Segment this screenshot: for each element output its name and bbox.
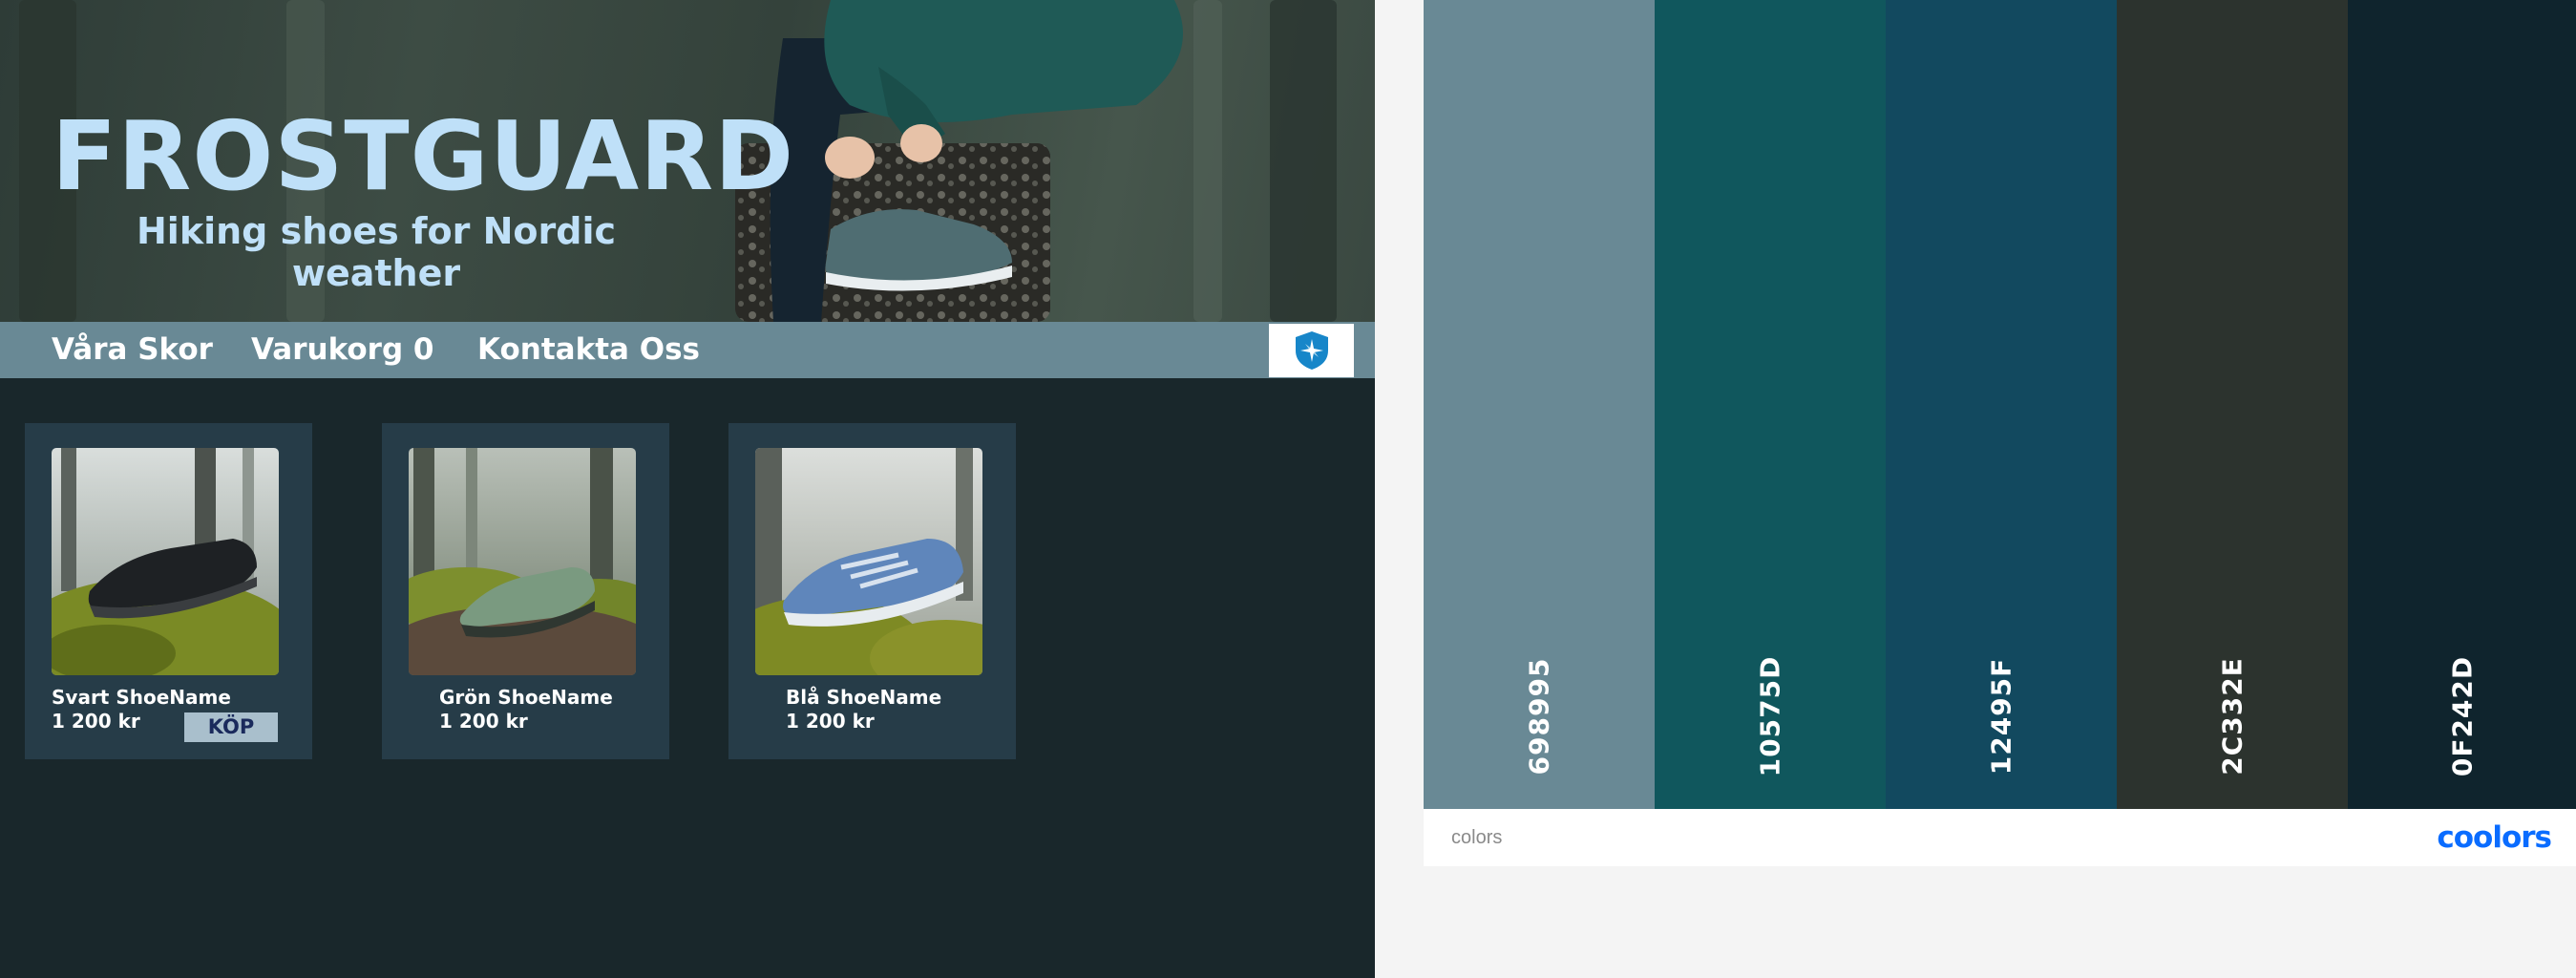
shop-mockup: FROSTGUARD Hiking shoes for Nordic weath… (0, 0, 1375, 978)
swatch-hex-code[interactable]: 10575D (1755, 656, 1786, 777)
palette-footer: colors coolors (1424, 809, 2576, 866)
product-name: Blå ShoeName (786, 686, 942, 709)
color-palette: 698995 10575D 12495F 2C332E 0F242D color… (1424, 0, 2576, 866)
product-card: Svart ShoeName 1 200 kr KÖP (25, 423, 312, 759)
hiker-photo (735, 0, 1183, 322)
product-name: Grön ShoeName (439, 686, 613, 709)
product-price: 1 200 kr (786, 710, 875, 733)
swatch-hex-code[interactable]: 0F242D (2446, 656, 2478, 776)
swatch-hex-code[interactable]: 698995 (1524, 658, 1555, 776)
swatch-hex-code[interactable]: 2C332E (2217, 657, 2249, 776)
hero-text: FROSTGUARD Hiking shoes for Nordic weath… (52, 100, 795, 295)
product-name: Svart ShoeName (52, 686, 231, 709)
product-image[interactable] (755, 448, 982, 675)
product-card: Blå ShoeName 1 200 kr (728, 423, 1016, 759)
color-swatch[interactable]: 0F242D (2348, 0, 2576, 809)
hero-banner: FROSTGUARD Hiking shoes for Nordic weath… (0, 0, 1375, 322)
product-image[interactable] (409, 448, 636, 675)
product-image[interactable] (52, 448, 279, 675)
product-card: Grön ShoeName 1 200 kr (382, 423, 669, 759)
color-swatch[interactable]: 698995 (1424, 0, 1655, 809)
color-swatch[interactable]: 12495F (1886, 0, 2117, 809)
buy-button[interactable]: KÖP (184, 712, 278, 742)
brand-title: FROSTGUARD (52, 100, 795, 212)
compass-shield-icon (1295, 331, 1328, 370)
main-nav: Våra Skor Varukorg 0 Kontakta Oss (0, 322, 1375, 378)
nav-link-shoes[interactable]: Våra Skor (52, 322, 213, 378)
product-price: 1 200 kr (52, 710, 140, 733)
hiker-hand (900, 124, 942, 162)
palette-footer-label: colors (1451, 827, 1503, 848)
swatch-hex-code[interactable]: 12495F (1986, 658, 2017, 776)
nav-link-contact[interactable]: Kontakta Oss (477, 322, 700, 378)
brand-subtitle: Hiking shoes for Nordic weather (136, 210, 616, 294)
brand-logo-button[interactable] (1269, 324, 1354, 377)
hiker-sweater (824, 0, 1183, 122)
color-swatch[interactable]: 10575D (1655, 0, 1886, 809)
product-price: 1 200 kr (439, 710, 528, 733)
color-swatch[interactable]: 2C332E (2117, 0, 2348, 809)
hiker-hand (825, 137, 875, 179)
coolors-logo[interactable]: coolors (2437, 809, 2552, 866)
nav-link-cart[interactable]: Varukorg 0 (251, 322, 434, 378)
